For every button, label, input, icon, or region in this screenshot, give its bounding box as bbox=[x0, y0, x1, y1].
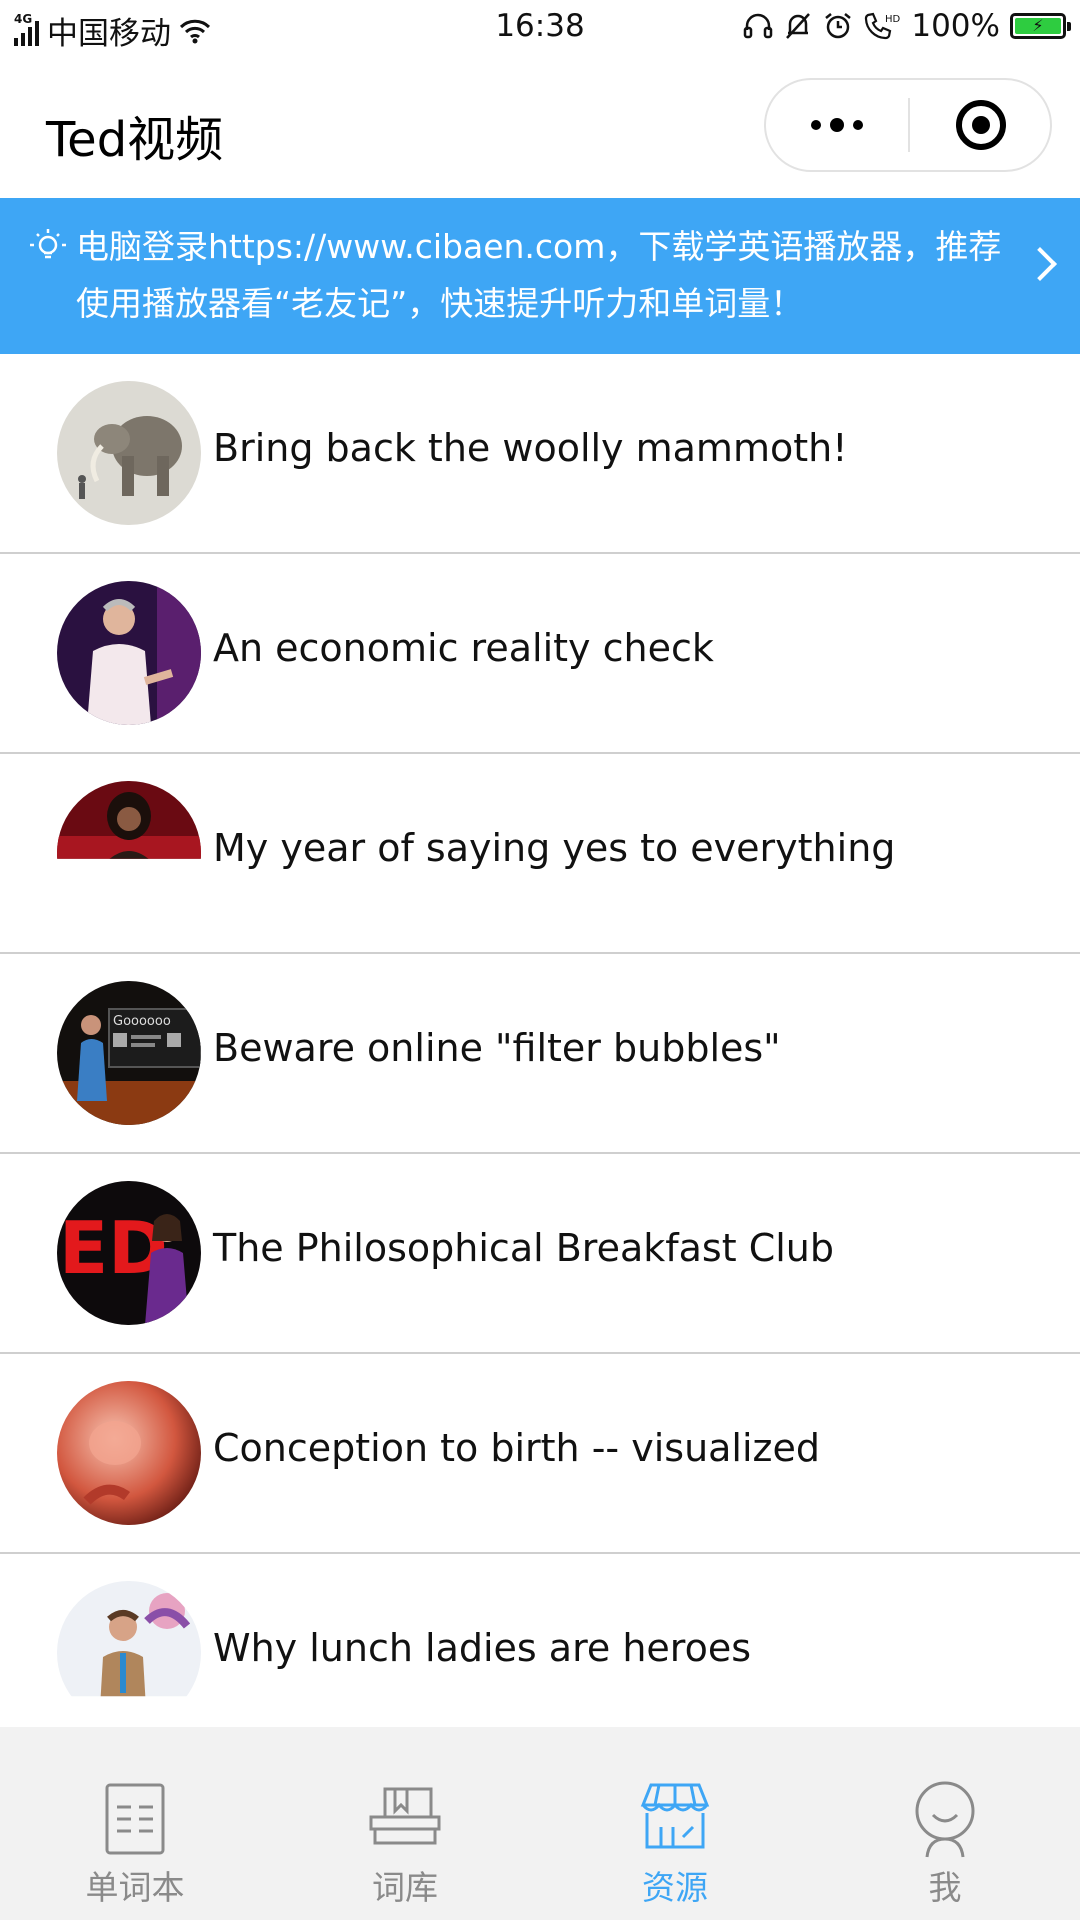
status-right: HD 100% ⚡ bbox=[743, 8, 1071, 44]
tab-me[interactable]: 我 bbox=[810, 1759, 1080, 1920]
tab-label: 单词本 bbox=[85, 1868, 185, 1907]
lightbulb-icon bbox=[30, 229, 66, 259]
video-list: Bring back the woolly mammoth! An econom… bbox=[0, 354, 1080, 1727]
video-title: The Philosophical Breakfast Club bbox=[213, 1226, 835, 1270]
list-item[interactable]: Conception to birth -- visualized bbox=[0, 1354, 1080, 1554]
tab-label: 我 bbox=[928, 1868, 962, 1907]
svg-text:HD: HD bbox=[885, 14, 901, 25]
navigation-bar: Ted视频 bbox=[0, 58, 1080, 198]
chevron-right-icon bbox=[1023, 247, 1057, 281]
status-bar: 4G 中国移动 16:38 HD 100% ⚡ bbox=[0, 0, 1080, 58]
tab-resources[interactable]: 资源 bbox=[540, 1759, 810, 1920]
video-title: Conception to birth -- visualized bbox=[213, 1426, 820, 1470]
headset-icon bbox=[744, 13, 773, 39]
tab-label: 资源 bbox=[642, 1868, 708, 1907]
tab-label: 词库 bbox=[372, 1868, 438, 1907]
list-footer-gap bbox=[0, 1727, 1080, 1759]
tab-wordbook[interactable]: 单词本 bbox=[0, 1759, 270, 1920]
store-icon bbox=[640, 1783, 710, 1849]
tab-bar: 单词本 词库 资源 我 bbox=[0, 1759, 1080, 1920]
svg-text:Goooooo: Goooooo bbox=[113, 1014, 171, 1029]
hd-call-icon: HD bbox=[865, 12, 901, 40]
battery-percent: 100% bbox=[911, 8, 1000, 44]
list-item[interactable]: Why lunch ladies are heroes bbox=[0, 1554, 1080, 1727]
target-close-icon bbox=[956, 100, 1006, 150]
profile-icon bbox=[915, 1781, 975, 1858]
video-title: Bring back the woolly mammoth! bbox=[213, 426, 848, 470]
notice-text: 电脑登录https://www.cibaen.com，下载学英语播放器，推荐使用… bbox=[76, 227, 1002, 323]
list-item[interactable]: Goooooo Beware online "filter bubbles" bbox=[0, 954, 1080, 1154]
books-icon bbox=[369, 1787, 441, 1845]
video-thumbnail bbox=[57, 381, 201, 525]
silent-bell-icon bbox=[786, 13, 811, 39]
list-item[interactable]: Bring back the woolly mammoth! bbox=[0, 354, 1080, 554]
video-title: An economic reality check bbox=[213, 626, 714, 670]
list-item[interactable]: An economic reality check bbox=[0, 554, 1080, 754]
notice-banner[interactable]: 电脑登录https://www.cibaen.com，下载学英语播放器，推荐使用… bbox=[0, 198, 1080, 354]
more-dots-icon bbox=[811, 120, 821, 130]
video-thumbnail: Goooooo bbox=[57, 981, 201, 1125]
battery-icon: ⚡ bbox=[1010, 13, 1071, 39]
video-title: My year of saying yes to everything bbox=[213, 826, 896, 870]
video-thumbnail bbox=[57, 1381, 201, 1525]
video-thumbnail bbox=[57, 581, 201, 725]
alarm-icon bbox=[825, 13, 852, 39]
mini-program-capsule bbox=[764, 78, 1052, 172]
close-button[interactable] bbox=[910, 80, 1052, 170]
video-thumbnail bbox=[57, 781, 201, 859]
list-item[interactable]: My year of saying yes to everything bbox=[0, 754, 1080, 954]
video-title: Why lunch ladies are heroes bbox=[213, 1626, 751, 1670]
tab-lexicon[interactable]: 词库 bbox=[270, 1759, 540, 1920]
more-button[interactable] bbox=[766, 80, 908, 170]
video-title: Beware online "filter bubbles" bbox=[213, 1026, 781, 1070]
video-thumbnail: ED bbox=[57, 1181, 201, 1325]
list-item[interactable]: ED The Philosophical Breakfast Club bbox=[0, 1154, 1080, 1354]
notebook-icon bbox=[105, 1783, 165, 1855]
video-thumbnail bbox=[57, 1581, 201, 1697]
page-title: Ted视频 bbox=[46, 112, 224, 168]
